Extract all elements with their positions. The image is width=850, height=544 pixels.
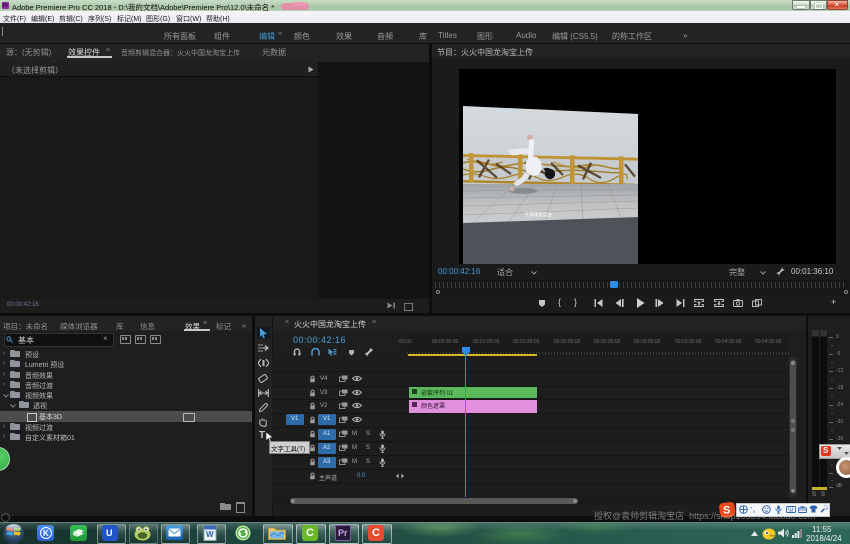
svg-text:W: W [206,530,214,539]
svg-text:S: S [723,505,730,517]
svg-text:在风雨里自由: 在风雨里自由 [525,211,552,218]
